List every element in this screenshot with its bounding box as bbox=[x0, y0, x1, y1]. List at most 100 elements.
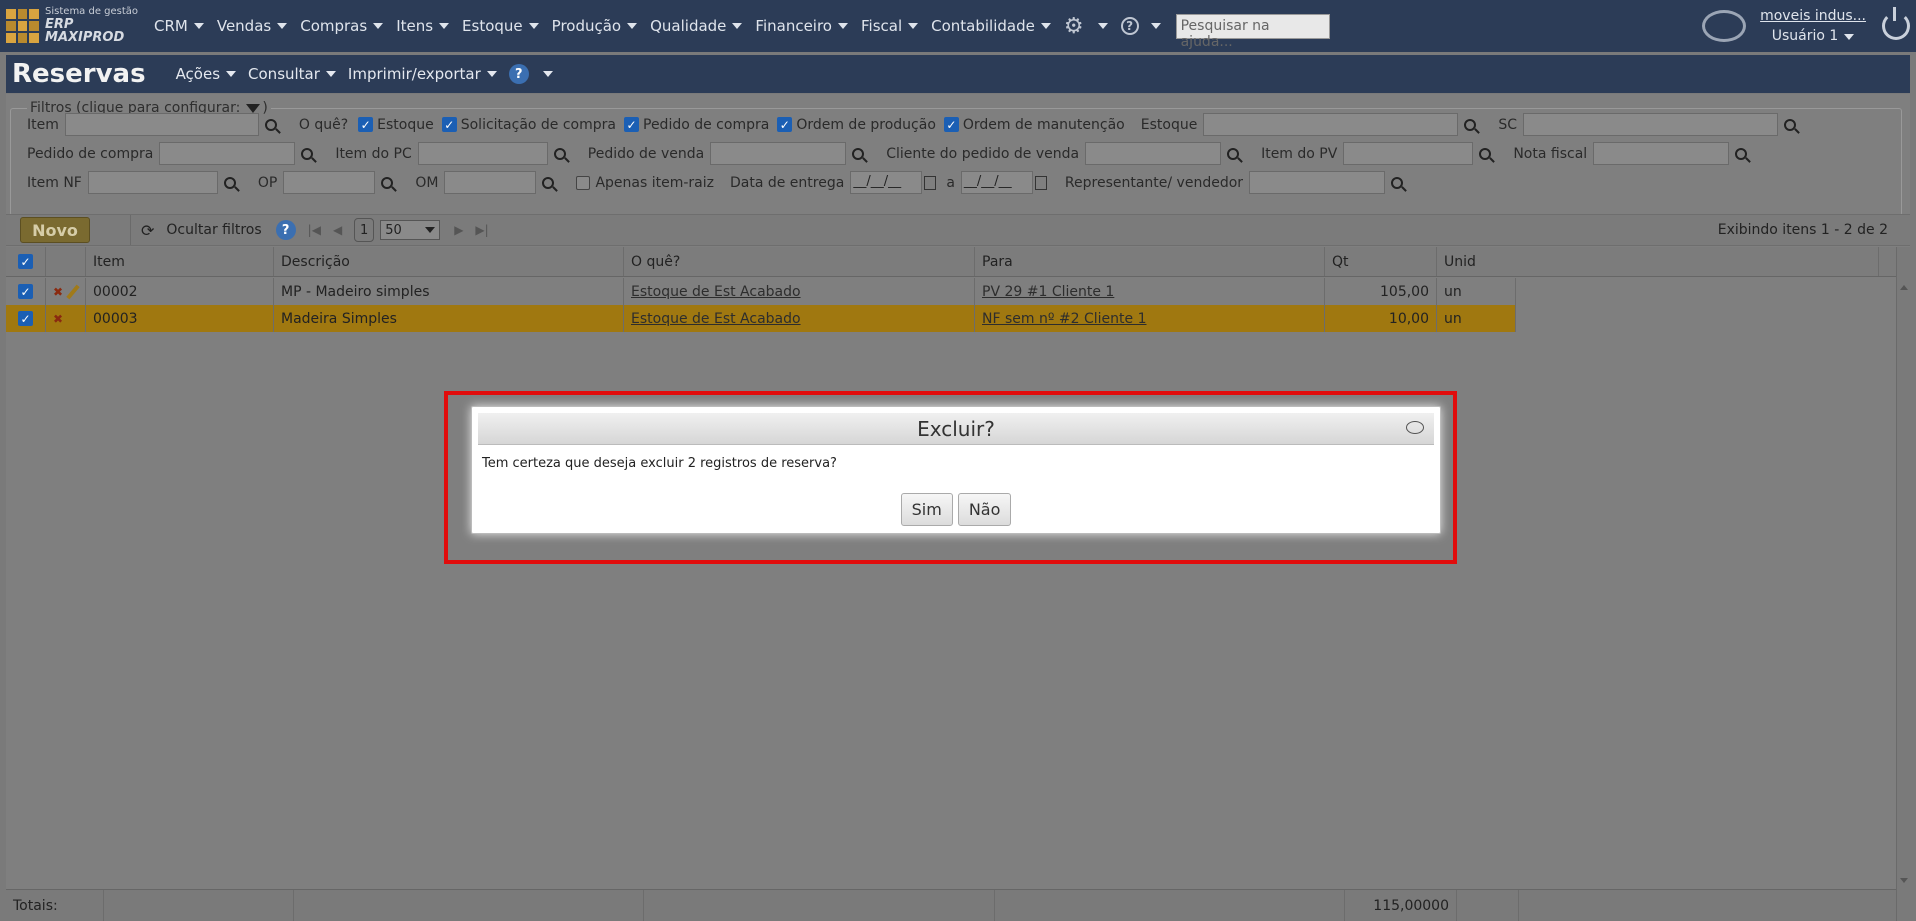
search-icon[interactable] bbox=[223, 176, 236, 189]
para-link[interactable]: PV 29 #1 Cliente 1 bbox=[982, 284, 1114, 300]
last-page-icon[interactable]: ▶| bbox=[475, 223, 488, 237]
pedido-venda-input[interactable] bbox=[710, 142, 847, 165]
representante-input[interactable] bbox=[1249, 171, 1386, 194]
yes-button[interactable]: Sim bbox=[900, 493, 953, 526]
col-descricao[interactable]: Descrição bbox=[274, 247, 624, 276]
power-icon[interactable] bbox=[1882, 7, 1910, 40]
menu-crm[interactable]: CRM bbox=[154, 17, 204, 35]
calendar-icon[interactable] bbox=[1034, 175, 1047, 190]
help-menu[interactable]: ? bbox=[1120, 17, 1161, 35]
oque-link[interactable]: Estoque de Est Acabado bbox=[631, 284, 801, 300]
menu-fiscal[interactable]: Fiscal bbox=[861, 17, 919, 35]
page-size-select[interactable]: 50 bbox=[380, 220, 441, 240]
pedido-compra-label: Pedido de compra bbox=[27, 145, 154, 162]
menu-itens[interactable]: Itens bbox=[396, 17, 450, 35]
col-para[interactable]: Para bbox=[975, 247, 1325, 276]
ordem-producao-checkbox[interactable]: ✓ bbox=[777, 117, 793, 132]
vertical-scrollbar[interactable] bbox=[1896, 247, 1910, 921]
page-help-menu[interactable]: ? bbox=[508, 64, 553, 84]
page-number-input[interactable]: 1 bbox=[354, 218, 375, 242]
search-icon[interactable] bbox=[381, 176, 394, 189]
first-page-icon[interactable]: |◀ bbox=[308, 223, 321, 237]
search-icon[interactable] bbox=[542, 176, 555, 189]
col-item[interactable]: Item bbox=[86, 247, 274, 276]
chat-icon[interactable] bbox=[1702, 10, 1747, 42]
search-icon[interactable] bbox=[1735, 147, 1748, 160]
para-link[interactable]: NF sem nº #2 Cliente 1 bbox=[982, 311, 1146, 327]
cliente-pv-input[interactable] bbox=[1085, 142, 1222, 165]
prev-page-icon[interactable]: ◀ bbox=[333, 223, 342, 237]
ordem-manutencao-checkbox[interactable]: ✓ bbox=[943, 117, 959, 132]
search-icon[interactable] bbox=[1784, 118, 1796, 131]
user-name[interactable]: Usuário 1 bbox=[1760, 26, 1866, 46]
search-icon[interactable] bbox=[1391, 176, 1404, 189]
scroll-down-icon[interactable] bbox=[1900, 878, 1908, 883]
search-icon[interactable] bbox=[264, 118, 277, 131]
scroll-up-icon[interactable] bbox=[1900, 285, 1908, 290]
pedido-compra-input[interactable] bbox=[159, 142, 296, 165]
apenas-raiz-checkbox[interactable] bbox=[576, 175, 591, 190]
item-input[interactable] bbox=[64, 113, 259, 136]
solicitacao-checkbox[interactable]: ✓ bbox=[441, 117, 457, 132]
calendar-icon[interactable] bbox=[924, 175, 937, 190]
menu-consultar[interactable]: Consultar bbox=[248, 65, 336, 83]
help-search-input[interactable]: Pesquisar na ajuda... bbox=[1175, 13, 1330, 50]
item-nf-input[interactable] bbox=[87, 171, 218, 194]
app-logo[interactable]: Sistema de gestão ERP MAXIPROD bbox=[6, 7, 154, 45]
help-icon: ? bbox=[508, 64, 529, 84]
logo-line2: ERP MAXIPROD bbox=[45, 16, 125, 46]
date-from-input[interactable]: __/__/__ bbox=[850, 171, 923, 194]
col-qt[interactable]: Qt bbox=[1325, 247, 1437, 276]
estoque-input[interactable] bbox=[1203, 113, 1459, 136]
menu-producao[interactable]: Produção bbox=[552, 17, 638, 35]
table-row-selected[interactable]: ✓ ✖ 00003 Madeira Simples Estoque de Est… bbox=[6, 305, 1516, 332]
select-all-checkbox[interactable]: ✓ bbox=[6, 247, 46, 276]
menu-vendas[interactable]: Vendas bbox=[217, 17, 288, 35]
menu-contabilidade[interactable]: Contabilidade bbox=[931, 17, 1051, 35]
menu-imprimir-exportar[interactable]: Imprimir/exportar bbox=[348, 65, 497, 83]
menu-financeiro[interactable]: Financeiro bbox=[755, 17, 848, 35]
menu-estoque[interactable]: Estoque bbox=[462, 17, 539, 35]
no-button[interactable]: Não bbox=[957, 493, 1012, 526]
date-to-input[interactable]: __/__/__ bbox=[960, 171, 1033, 194]
search-icon[interactable] bbox=[1479, 147, 1492, 160]
nota-fiscal-input[interactable] bbox=[1593, 142, 1730, 165]
col-unid[interactable]: Unid bbox=[1437, 247, 1879, 276]
oque-link[interactable]: Estoque de Est Acabado bbox=[631, 311, 801, 327]
company-link[interactable]: moveis indus... bbox=[1760, 6, 1866, 26]
table-row[interactable]: ✓ ✖ 00002 MP - Madeiro simples Estoque d… bbox=[6, 278, 1516, 305]
next-page-icon[interactable]: ▶ bbox=[454, 223, 463, 237]
edit-icon[interactable] bbox=[66, 284, 80, 299]
help-icon[interactable]: ? bbox=[275, 220, 296, 240]
hide-filters-button[interactable]: Ocultar filtros bbox=[166, 222, 261, 238]
search-icon[interactable] bbox=[852, 147, 865, 160]
ordem-manutencao-check-label: Ordem de manutenção bbox=[962, 116, 1125, 133]
search-icon[interactable] bbox=[553, 147, 566, 160]
col-oque[interactable]: O quê? bbox=[624, 247, 975, 276]
om-input[interactable] bbox=[444, 171, 537, 194]
sc-input[interactable] bbox=[1523, 113, 1778, 136]
item-pc-input[interactable] bbox=[417, 142, 548, 165]
op-input[interactable] bbox=[283, 171, 376, 194]
row-checkbox[interactable]: ✓ bbox=[6, 305, 46, 332]
delete-icon[interactable]: ✖ bbox=[53, 285, 63, 299]
pedido-compra-checkbox[interactable]: ✓ bbox=[624, 117, 639, 132]
novo-button[interactable]: Novo bbox=[20, 217, 90, 243]
menu-acoes[interactable]: Ações bbox=[176, 65, 237, 83]
item-pv-input[interactable] bbox=[1343, 142, 1474, 165]
search-icon[interactable] bbox=[301, 147, 314, 160]
menu-compras[interactable]: Compras bbox=[300, 17, 384, 35]
funnel-icon[interactable] bbox=[246, 103, 261, 113]
row-actions: ✖ bbox=[46, 305, 86, 332]
settings-menu[interactable]: ⚙ bbox=[1064, 14, 1108, 39]
chat-icon[interactable] bbox=[1406, 421, 1424, 434]
delete-icon[interactable]: ✖ bbox=[53, 312, 63, 326]
user-menu[interactable]: moveis indus... Usuário 1 bbox=[1760, 6, 1866, 47]
menu-qualidade[interactable]: Qualidade bbox=[650, 17, 743, 35]
estoque-checkbox[interactable]: ✓ bbox=[358, 117, 374, 132]
search-icon[interactable] bbox=[1464, 118, 1477, 131]
refresh-icon[interactable]: ⟳ bbox=[141, 221, 154, 240]
row-checkbox[interactable]: ✓ bbox=[6, 278, 46, 305]
item-pv-label: Item do PV bbox=[1261, 145, 1338, 162]
search-icon[interactable] bbox=[1227, 147, 1240, 160]
